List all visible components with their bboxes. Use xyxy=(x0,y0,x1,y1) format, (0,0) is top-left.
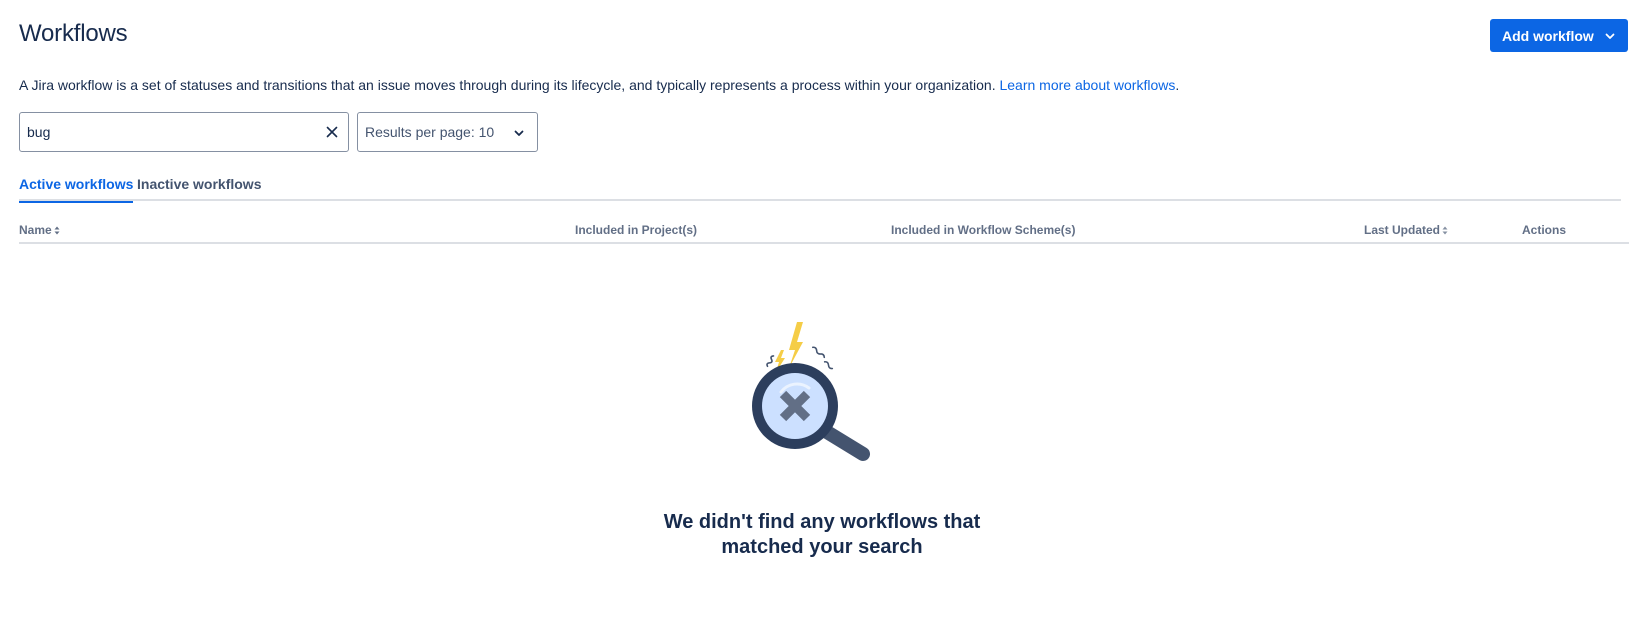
empty-state-message: We didn't find any workflows that matche… xyxy=(663,511,981,558)
search-input[interactable] xyxy=(20,124,300,140)
page-title: Workflows xyxy=(19,20,128,47)
search-field[interactable] xyxy=(19,112,349,152)
tab-active-workflows[interactable]: Active workflows xyxy=(19,176,134,203)
chevron-down-icon xyxy=(514,130,524,136)
column-last-updated[interactable]: Last Updated xyxy=(1364,223,1448,237)
column-actions: Actions xyxy=(1522,223,1567,237)
column-last-updated-label: Last Updated xyxy=(1364,223,1441,237)
column-workflow-schemes: Included in Workflow Scheme(s) xyxy=(891,223,1076,237)
description-text: A Jira workflow is a set of statuses and… xyxy=(19,77,1000,93)
column-name[interactable]: Name xyxy=(19,223,60,237)
column-projects: Included in Project(s) xyxy=(575,223,698,237)
chevron-down-icon xyxy=(1605,33,1615,39)
workflows-table-header: Name Included in Project(s) Included in … xyxy=(19,221,1629,244)
results-per-page-label: Results per page: 10 xyxy=(365,124,495,140)
close-icon[interactable] xyxy=(324,124,340,140)
sort-icon xyxy=(1442,226,1448,235)
page-description: A Jira workflow is a set of statuses and… xyxy=(19,77,1179,93)
column-name-label: Name xyxy=(19,223,52,237)
workflow-tabs: Active workflows Inactive workflows xyxy=(19,176,1621,203)
add-workflow-label: Add workflow xyxy=(1502,27,1594,44)
results-per-page-select[interactable]: Results per page: 10 xyxy=(357,112,538,152)
magnifier-no-results-icon xyxy=(752,322,870,461)
learn-more-link[interactable]: Learn more about workflows xyxy=(999,77,1175,93)
add-workflow-button[interactable]: Add workflow xyxy=(1490,19,1628,52)
sort-icon xyxy=(54,226,60,235)
tab-inactive-workflows[interactable]: Inactive workflows xyxy=(137,176,261,201)
description-trailing: . xyxy=(1175,77,1180,93)
